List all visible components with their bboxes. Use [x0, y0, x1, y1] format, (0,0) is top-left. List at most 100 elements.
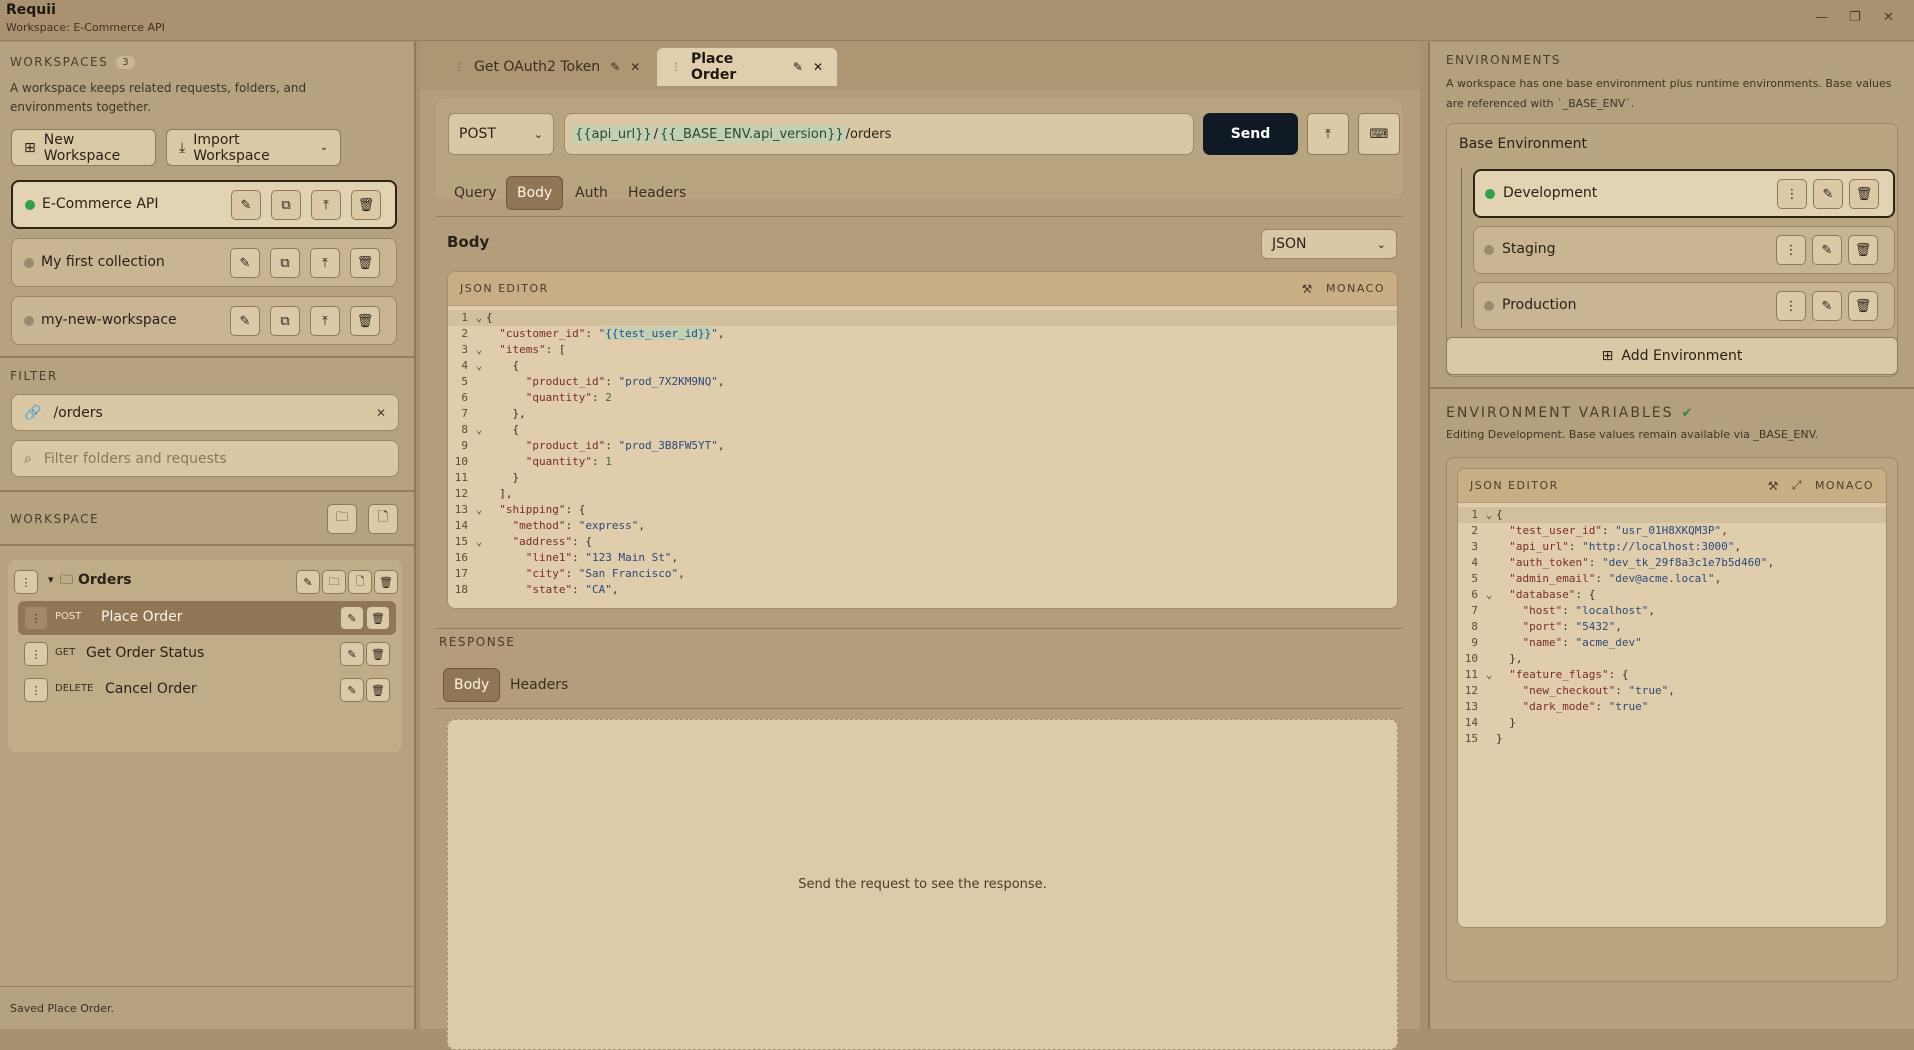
environments-heading: ENVIRONMENTS	[1446, 53, 1561, 67]
tab-place-order[interactable]: ⋮ Place Order ✎ ✕	[657, 48, 837, 86]
duplicate-icon[interactable]: ⧉	[271, 190, 301, 220]
check-circle-icon: ✔	[1681, 405, 1693, 421]
trash-icon[interactable]: 🗑	[374, 570, 398, 594]
add-environment-button[interactable]: ⊞ Add Environment	[1446, 337, 1898, 375]
import-workspace-label: Import Workspace	[193, 131, 270, 164]
search-icon: ⌕	[24, 450, 32, 467]
new-folder-icon[interactable]: 🗀	[327, 504, 357, 534]
new-workspace-button[interactable]: ⊞ New Workspace	[11, 129, 156, 166]
environments-pane: ENVIRONMENTS A workspace has one base en…	[1428, 42, 1914, 1029]
export-icon[interactable]: ⤒	[310, 306, 340, 336]
request-filter-input[interactable]: ⌕ Filter folders and requests	[11, 440, 399, 477]
tab-get-oauth2-token[interactable]: ⋮ Get OAuth2 Token ✎ ✕	[440, 48, 654, 86]
send-button[interactable]: Send	[1203, 113, 1298, 155]
drag-handle-icon[interactable]: ⋮	[14, 570, 38, 594]
workspace-card-my-new-workspace[interactable]: my-new-workspace ✎ ⧉ ⤒ 🗑	[11, 296, 397, 345]
new-request-icon[interactable]: 🗋	[368, 504, 398, 534]
export-icon[interactable]: ⤒	[311, 190, 341, 220]
chevron-down-icon: ⌄	[319, 142, 328, 153]
add-environment-label: Add Environment	[1621, 348, 1743, 364]
tab-auth[interactable]: Auth	[565, 176, 618, 210]
trash-icon[interactable]: 🗑	[366, 678, 390, 702]
workspace-name: my-new-workspace	[41, 312, 177, 328]
workspace-card-e-commerce-api[interactable]: E-Commerce API ✎ ⧉ ⤒ 🗑	[11, 180, 397, 229]
edit-icon[interactable]: ✎	[1813, 179, 1843, 209]
request-row-place-order[interactable]: ⋮ POST Place Order ✎ 🗑	[18, 601, 396, 635]
tab-query[interactable]: Query	[444, 176, 507, 210]
edit-icon[interactable]: ✎	[340, 642, 364, 666]
export-icon[interactable]: ⤒	[310, 248, 340, 278]
export-icon[interactable]: ⤒	[1307, 113, 1349, 155]
tab-body[interactable]: Body	[506, 176, 564, 210]
edit-icon[interactable]: ✎	[1812, 235, 1842, 265]
trash-icon[interactable]: 🗑	[350, 248, 380, 278]
edit-icon[interactable]: ✎	[230, 248, 260, 278]
edit-icon[interactable]: ✎	[340, 678, 364, 702]
editor-label: JSON EDITOR	[460, 282, 549, 295]
edit-icon[interactable]: ✎	[340, 606, 364, 630]
tab-headers[interactable]: Headers	[618, 176, 696, 210]
url-input[interactable]: {{api_url}} / {{_BASE_ENV.api_version}} …	[564, 113, 1194, 155]
workspace-card-my-first-collection[interactable]: My first collection ✎ ⧉ ⤒ 🗑	[11, 238, 397, 287]
environment-name: Staging	[1502, 241, 1556, 257]
code-area[interactable]: 1 ⌄{ 2 "customer_id": "{{test_user_id}}",…	[448, 306, 1397, 598]
download-icon: ⤓	[179, 139, 186, 156]
restore-icon[interactable]: ❐	[1849, 10, 1861, 25]
duplicate-icon[interactable]: ⧉	[270, 248, 300, 278]
variables-json-editor[interactable]: JSON EDITOR ⚒ ⤢ MONACO 1 ⌄{ 2 "test_user_…	[1457, 468, 1887, 928]
chevron-down-icon[interactable]: ▾	[48, 573, 54, 586]
drag-handle-icon: ⋮	[671, 61, 681, 73]
trash-icon[interactable]: 🗑	[366, 642, 390, 666]
clear-icon[interactable]: ✕	[376, 406, 386, 420]
edit-icon[interactable]: ✎	[231, 190, 261, 220]
environment-card-development[interactable]: Development ⋮ ✎ 🗑	[1473, 169, 1895, 218]
body-format-select[interactable]: JSON ⌄	[1261, 229, 1397, 259]
drag-handle-icon[interactable]: ⋮	[24, 642, 48, 666]
trash-icon[interactable]: 🗑	[351, 190, 381, 220]
environment-card-production[interactable]: Production ⋮ ✎ 🗑	[1473, 282, 1895, 330]
trash-icon[interactable]: 🗑	[366, 606, 390, 630]
close-window-icon[interactable]: ✕	[1883, 10, 1894, 25]
duplicate-icon[interactable]: ⧉	[270, 306, 300, 336]
request-row-get-order-status[interactable]: ⋮ GET Get Order Status ✎ 🗑	[18, 637, 396, 671]
new-folder-icon[interactable]: 🗀	[322, 570, 346, 594]
body-json-editor[interactable]: JSON EDITOR ⚒ MONACO 1 ⌄{ 2 "customer_id"…	[447, 271, 1398, 609]
edit-icon[interactable]: ✎	[793, 60, 803, 74]
edit-icon[interactable]: ✎	[610, 60, 620, 74]
environment-card-staging[interactable]: Staging ⋮ ✎ 🗑	[1473, 226, 1895, 274]
response-tab-body[interactable]: Body	[443, 668, 501, 702]
edit-icon[interactable]: ✎	[230, 306, 260, 336]
close-tab-icon[interactable]: ✕	[630, 60, 640, 74]
close-tab-icon[interactable]: ✕	[813, 60, 823, 74]
minimize-icon[interactable]: —	[1815, 10, 1828, 25]
drag-handle-icon[interactable]: ⋮	[1776, 235, 1806, 265]
expand-icon[interactable]: ⤢	[1792, 478, 1803, 493]
trash-icon[interactable]: 🗑	[350, 306, 380, 336]
drag-handle-icon[interactable]: ⋮	[1776, 291, 1806, 321]
method-select[interactable]: POST ⌄	[448, 113, 554, 155]
new-request-icon[interactable]: 🗋	[348, 570, 372, 594]
wand-icon[interactable]: ⚒	[1302, 282, 1314, 296]
request-editor-pane: ⋮ Get OAuth2 Token ✎ ✕ ⋮ Place Order ✎ ✕…	[420, 42, 1420, 1050]
path-filter-input[interactable]: 🔗 /orders ✕	[11, 394, 399, 431]
import-workspace-button[interactable]: ⤓ Import Workspace ⌄	[166, 129, 341, 166]
editor-header: JSON EDITOR ⚒ ⤢ MONACO	[1458, 469, 1886, 503]
drag-handle-icon[interactable]: ⋮	[24, 606, 48, 630]
terminal-icon[interactable]: ⌨	[1358, 113, 1400, 155]
edit-icon[interactable]: ✎	[1812, 291, 1842, 321]
folder-tree: ⋮ ▾ 🗀 Orders ✎ 🗀 🗋 🗑 ⋮ POST Place Order …	[8, 560, 402, 752]
trash-icon[interactable]: 🗑	[1849, 179, 1879, 209]
drag-handle-icon[interactable]: ⋮	[1777, 179, 1807, 209]
base-environment-label[interactable]: Base Environment	[1459, 136, 1587, 152]
folder-name[interactable]: Orders	[78, 572, 132, 588]
wand-icon[interactable]: ⚒	[1768, 479, 1780, 493]
request-row-cancel-order[interactable]: ⋮ DELETE Cancel Order ✎ 🗑	[18, 673, 396, 707]
trash-icon[interactable]: 🗑	[1848, 235, 1878, 265]
code-area[interactable]: 1 ⌄{ 2 "test_user_id": "usr_01H8XKQM3P", …	[1458, 503, 1886, 747]
response-tab-headers[interactable]: Headers	[500, 668, 578, 702]
divider	[0, 490, 414, 492]
drag-handle-icon: ⋮	[454, 61, 464, 73]
trash-icon[interactable]: 🗑	[1848, 291, 1878, 321]
edit-icon[interactable]: ✎	[296, 570, 320, 594]
drag-handle-icon[interactable]: ⋮	[24, 678, 48, 702]
